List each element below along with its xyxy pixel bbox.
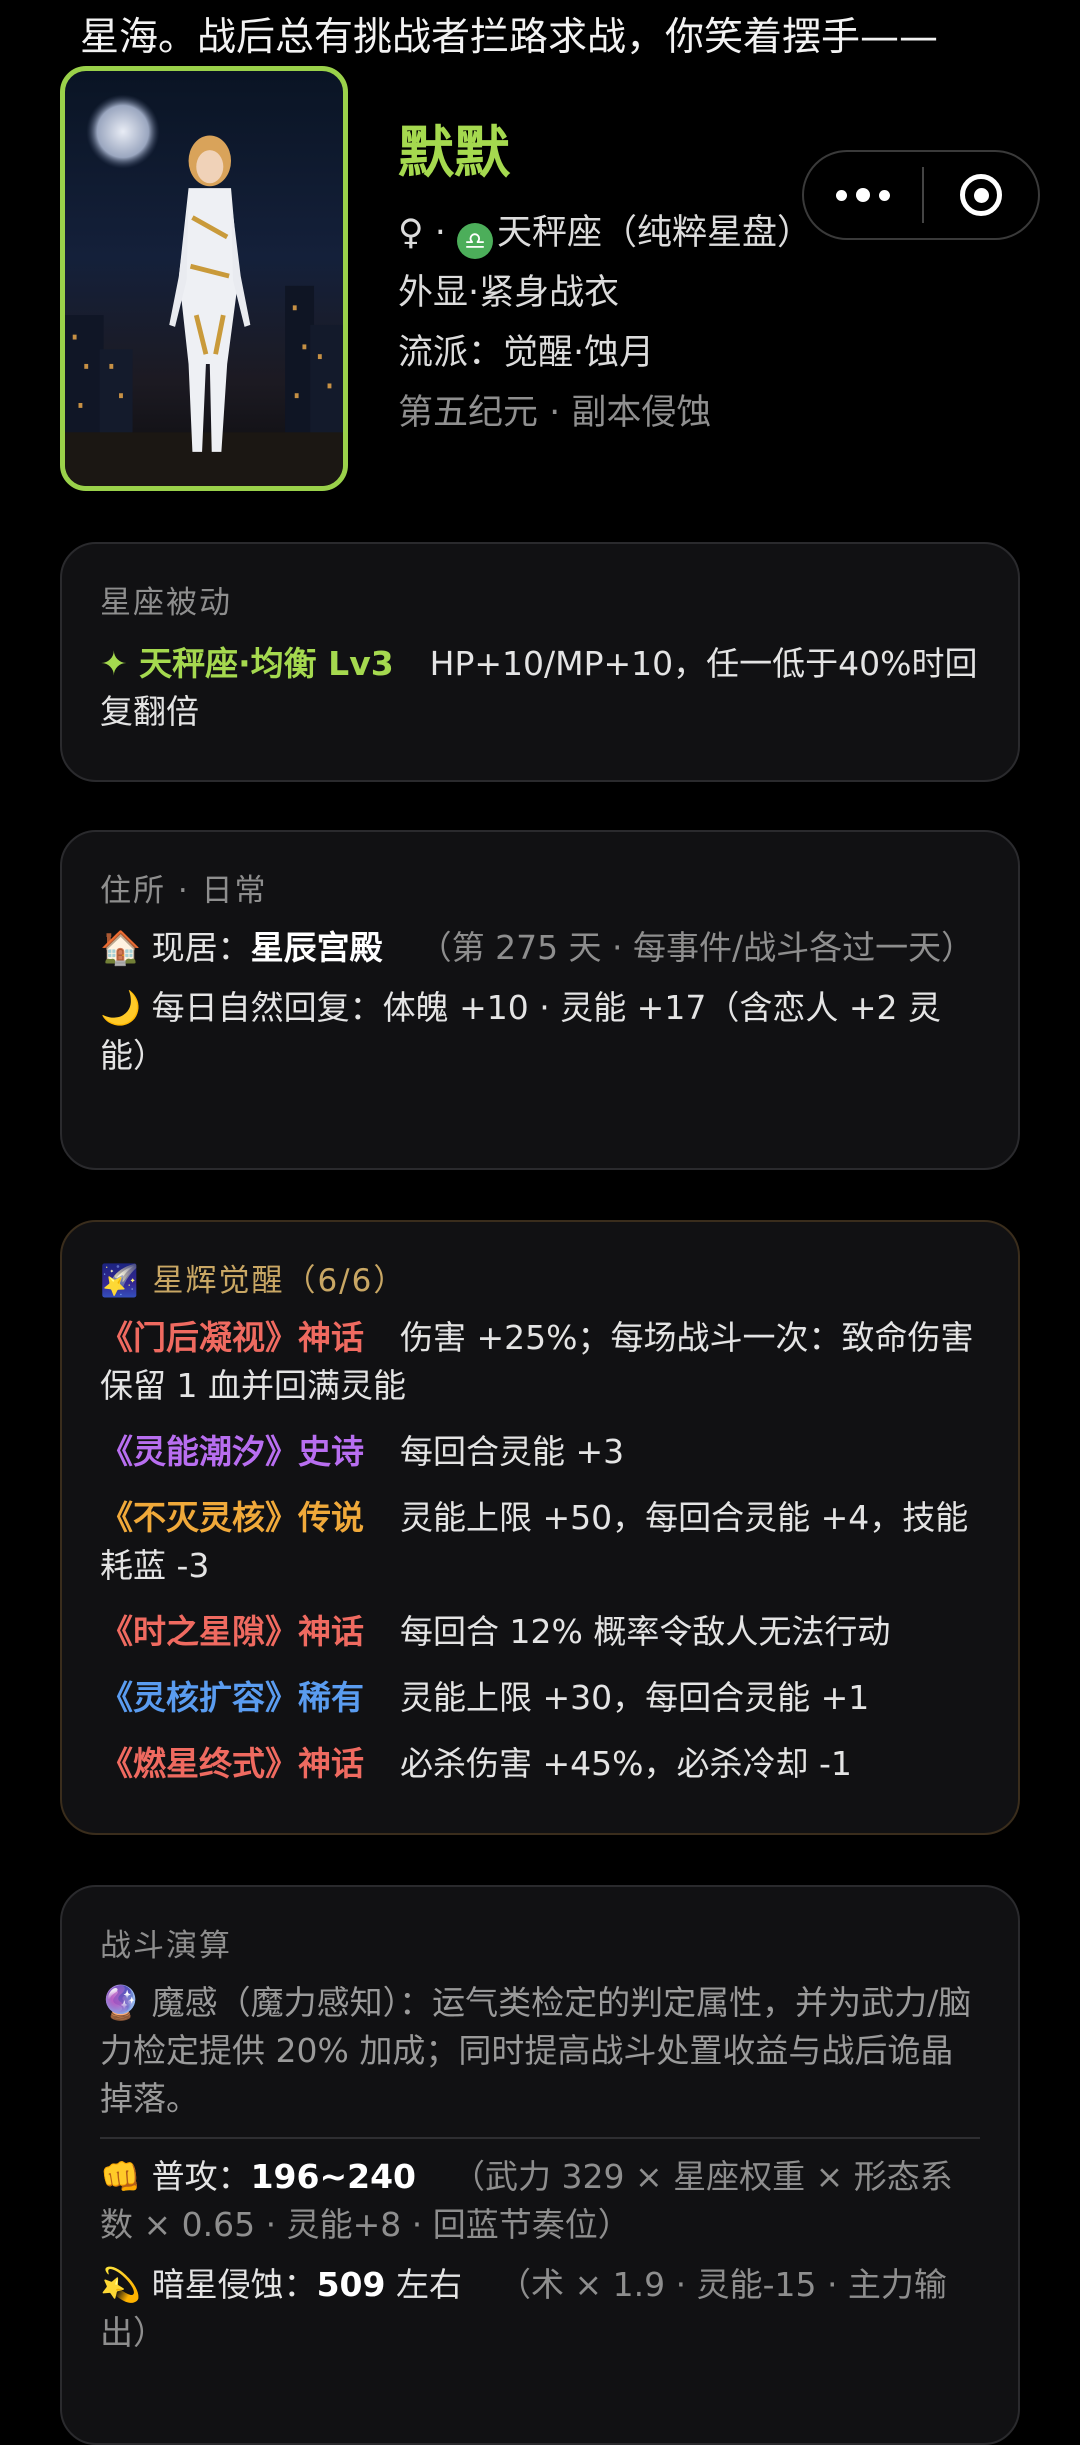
awakening-item-name: 《门后凝视》神话 (100, 1318, 364, 1357)
awakening-item: 《不灭灵核》传说 灵能上限 +50，每回合灵能 +4，技能耗蓝 -3 (100, 1494, 980, 1590)
character-portrait[interactable] (60, 66, 348, 491)
house-icon: 🏠 (100, 928, 142, 967)
fist-icon: 👊 (100, 2157, 142, 2196)
magic-sense-text: 魔感（魔力感知）：运气类检定的判定属性，并为武力/脑力检定提供 20% 加成；同… (100, 1983, 972, 2118)
era-line: 第五纪元 · 副本侵蚀 (398, 393, 712, 433)
normal-attack-line: 👊 普攻：196~240 （武力 329 × 星座权重 × 形态系数 × 0.65… (100, 2153, 980, 2249)
awakening-item-effect: 必杀伤害 +45%，必杀冷却 -1 (400, 1744, 852, 1783)
crystal-ball-icon: 🔮 (100, 1983, 142, 2022)
attack-value: 196~240 (250, 2157, 417, 2196)
residence-title: 住所 · 日常 (100, 873, 268, 909)
awakening-item-name: 《燃星终式》神话 (100, 1744, 364, 1783)
target-icon (960, 174, 1002, 216)
awakening-item: 《灵核扩容》稀有 灵能上限 +30，每回合灵能 +1 (100, 1674, 980, 1722)
awakening-item: 《燃星终式》神话 必杀伤害 +45%，必杀冷却 -1 (100, 1740, 980, 1788)
home-note: （第 275 天 · 每事件/战斗各过一天） (418, 928, 975, 967)
passive-card: 星座被动 ✦ 天秤座·均衡 Lv3 HP+10/MP+10，任一低于40%时回复翻… (60, 542, 1020, 782)
residence-card: 住所 · 日常 🏠 现居：星辰宫殿 （第 275 天 · 每事件/战斗各过一天） … (60, 830, 1020, 1170)
passive-skill-name: ✦ 天秤座·均衡 Lv3 (100, 644, 394, 683)
attack-label: 普攻： (151, 2157, 251, 2196)
awakening-item-effect: 每回合 12% 概率令敌人无法行动 (400, 1612, 891, 1651)
dizzy-star-icon: 💫 (100, 2265, 142, 2304)
target-dot (973, 187, 989, 203)
awakening-title: 🌠 星辉觉醒（6/6） (100, 1263, 407, 1299)
erosion-value: 509 (316, 2265, 386, 2304)
home-value: 星辰宫殿 (250, 928, 383, 967)
awakening-item-name: 《灵能潮汐》史诗 (100, 1432, 364, 1471)
awakening-item-name: 《时之星隙》神话 (100, 1612, 364, 1651)
awakening-item-effect: 灵能上限 +30，每回合灵能 +1 (400, 1678, 870, 1717)
story-text: 星海。战后总有挑战者拦路求战，你笑着摆手—— (80, 15, 939, 60)
zodiac-line: ♀ · ♎ 天秤座（纯粹星盘） (398, 207, 812, 259)
awakening-list: 《门后凝视》神话 伤害 +25%；每场战斗一次：致命伤害保留 1 血并回满灵能《灵… (100, 1314, 980, 1788)
libra-icon: ♎ (457, 223, 494, 259)
more-dot (879, 189, 890, 201)
more-dot (836, 189, 847, 201)
home-label: 现居： (151, 928, 251, 967)
magic-sense-desc: 🔮 魔感（魔力感知）：运气类检定的判定属性，并为武力/脑力检定提供 20% 加成… (100, 1979, 980, 2123)
passive-desc: ✦ 天秤座·均衡 Lv3 HP+10/MP+10，任一低于40%时回复翻倍 (100, 640, 980, 736)
mini-program-capsule (802, 150, 1040, 240)
awakening-item: 《灵能潮汐》史诗 每回合灵能 +3 (100, 1428, 980, 1476)
residence-home: 🏠 现居：星辰宫殿 （第 275 天 · 每事件/战斗各过一天） (100, 924, 980, 972)
school-line: 流派：觉醒·蚀月 (398, 333, 655, 373)
erosion-label: 暗星侵蚀： (151, 2265, 317, 2304)
portrait-illustration (65, 94, 343, 486)
residence-recovery: 🌙 每日自然回复：体魄 +10 · 灵能 +17（含恋人 +2 灵能） (100, 984, 980, 1080)
recovery-text: 每日自然回复：体魄 +10 · 灵能 +17（含恋人 +2 灵能） (100, 988, 941, 1075)
more-dot (856, 188, 870, 202)
battle-card: 战斗演算 🔮 魔感（魔力感知）：运气类检定的判定属性，并为武力/脑力检定提供 2… (60, 1885, 1020, 2445)
awakening-item: 《门后凝视》神话 伤害 +25%；每场战斗一次：致命伤害保留 1 血并回满灵能 (100, 1314, 980, 1410)
separator: · (423, 213, 458, 253)
passive-title: 星座被动 (100, 585, 232, 621)
battle-title: 战斗演算 (100, 1928, 232, 1964)
dark-erosion-line: 💫 暗星侵蚀：509 左右 （术 × 1.9 · 灵能-15 · 主力输出） (100, 2261, 980, 2357)
awakening-card: 🌠 星辉觉醒（6/6） 《门后凝视》神话 伤害 +25%；每场战斗一次：致命伤害保… (60, 1220, 1020, 1835)
more-button[interactable] (804, 152, 922, 238)
divider (100, 2137, 980, 2139)
awakening-item: 《时之星隙》神话 每回合 12% 概率令敌人无法行动 (100, 1608, 980, 1656)
awakening-item-name: 《不灭灵核》传说 (100, 1498, 364, 1537)
awakening-item-effect: 每回合灵能 +3 (400, 1432, 625, 1471)
appearance-line: 外显·紧身战衣 (398, 273, 620, 313)
character-name: 默默 (398, 121, 510, 186)
zodiac-label: 天秤座（纯粹星盘） (497, 213, 813, 253)
close-button[interactable] (924, 152, 1038, 238)
erosion-suffix: 左右 (385, 2265, 462, 2304)
gender-symbol: ♀ (398, 213, 424, 253)
awakening-item-name: 《灵核扩容》稀有 (100, 1678, 364, 1717)
moon-icon: 🌙 (100, 988, 142, 1027)
